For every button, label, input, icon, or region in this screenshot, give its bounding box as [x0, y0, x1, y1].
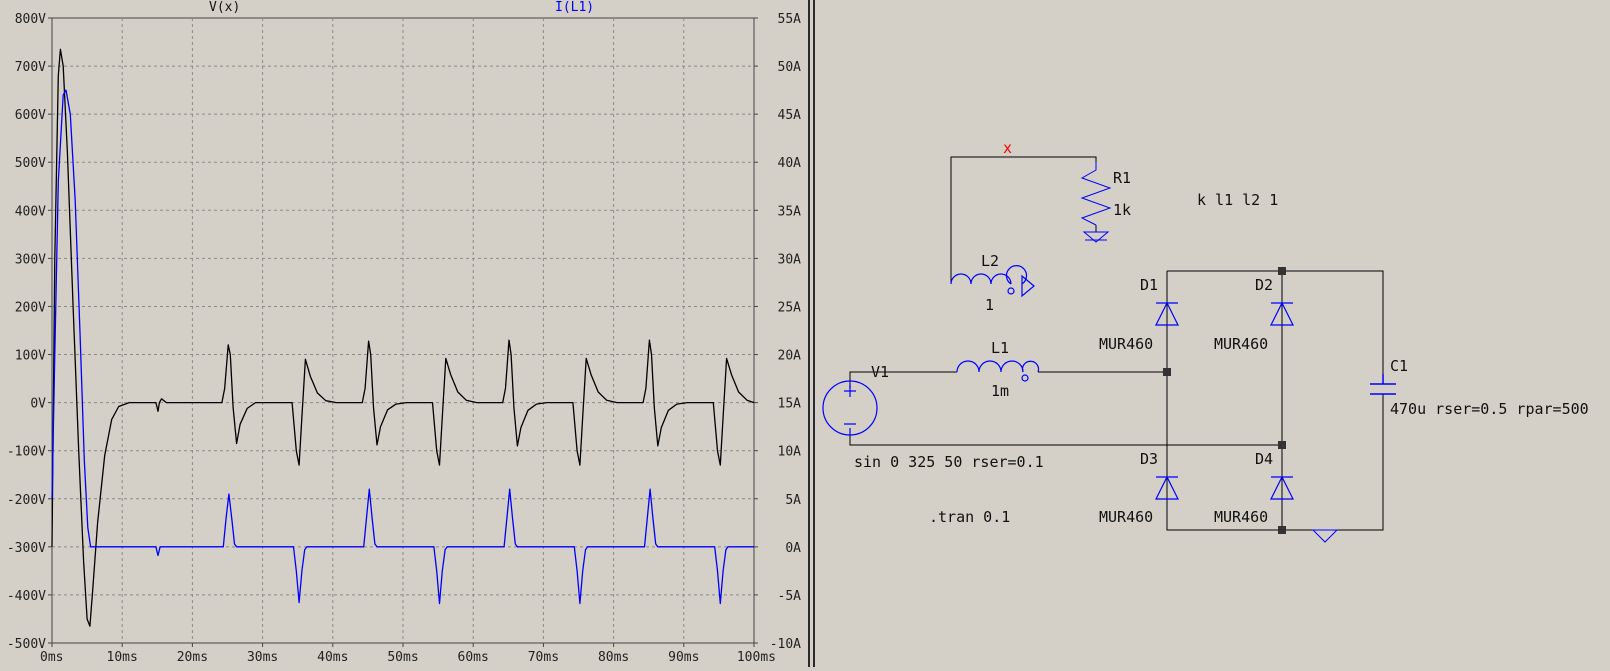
y-left-tick-label: 400V [15, 204, 46, 219]
d2-model[interactable]: MUR460 [1214, 336, 1268, 352]
l1-value[interactable]: 1m [991, 383, 1009, 399]
l1-name[interactable]: L1 [991, 340, 1009, 356]
y-left-tick-label: 100V [15, 349, 46, 364]
x-tick-label: 50ms [387, 650, 418, 665]
waveform-plot[interactable]: 0ms 10ms 20ms 30ms 40ms 50ms 60ms 70ms 80ms 90ms 1… [0, 0, 808, 667]
y-right-tick-label: 45A [778, 108, 802, 123]
y-right-tick-label: 35A [778, 204, 802, 219]
d1-model[interactable]: MUR460 [1099, 336, 1153, 352]
inductor-l1[interactable] [956, 360, 1040, 382]
l2-name[interactable]: L2 [981, 253, 999, 269]
y-right-tick-label: 0A [785, 541, 801, 556]
axis-ticks: 0ms 10ms 20ms 30ms 40ms 50ms 60ms 70ms 80ms 90ms 1… [7, 12, 801, 665]
r1-value[interactable]: 1k [1113, 202, 1131, 218]
y-right-tick-label: 20A [778, 349, 802, 364]
y-right-tick-label: 40A [778, 156, 802, 171]
y-left-tick-label: 700V [15, 60, 46, 75]
coupling-directive[interactable]: k l1 l2 1 [1197, 192, 1278, 208]
pane-splitter[interactable] [808, 0, 815, 667]
x-tick-label: 70ms [528, 650, 559, 665]
voltage-source-v1[interactable] [822, 380, 878, 436]
v1-name[interactable]: V1 [871, 364, 889, 380]
c1-value[interactable]: 470u rser=0.5 rpar=500 [1390, 401, 1589, 417]
plot-grid [52, 18, 754, 643]
x-tick-label: 30ms [247, 650, 278, 665]
y-left-tick-label: 800V [15, 12, 46, 27]
r1-name[interactable]: R1 [1113, 170, 1131, 186]
y-right-tick-label: 55A [778, 12, 802, 27]
l2-value[interactable]: 1 [985, 297, 994, 313]
d4-model[interactable]: MUR460 [1214, 509, 1268, 525]
y-right-tick-label: -10A [770, 637, 801, 652]
net-label-x[interactable]: x [1003, 140, 1012, 156]
y-right-tick-label: -5A [778, 589, 802, 604]
y-left-tick-label: 300V [15, 252, 46, 267]
x-tick-label: 60ms [458, 650, 489, 665]
x-tick-label: 100ms [737, 650, 776, 665]
x-tick-label: 0ms [40, 650, 63, 665]
tran-directive[interactable]: .tran 0.1 [929, 509, 1010, 525]
d4-name[interactable]: D4 [1255, 451, 1273, 467]
y-left-tick-label: 200V [15, 300, 46, 315]
y-left-tick-label: -500V [7, 637, 46, 652]
y-left-tick-label: -100V [7, 445, 46, 460]
y-left-tick-label: -300V [7, 541, 46, 556]
c1-name[interactable]: C1 [1390, 358, 1408, 374]
y-right-tick-label: 10A [778, 445, 802, 460]
schematic-editor[interactable]: x R1 1k k l1 l2 1 L2 1 L1 1m V1 sin 0 32… [815, 0, 1610, 667]
y-left-tick-label: -200V [7, 493, 46, 508]
x-tick-label: 90ms [668, 650, 699, 665]
x-tick-label: 10ms [107, 650, 138, 665]
trace-label-il1[interactable]: I(L1) [555, 0, 594, 15]
x-tick-label: 40ms [317, 650, 348, 665]
ground-symbol [1311, 529, 1339, 543]
inductor-l2[interactable] [950, 265, 1035, 298]
d3-model[interactable]: MUR460 [1099, 509, 1153, 525]
y-right-tick-label: 5A [785, 493, 801, 508]
trace-label-vx[interactable]: V(x) [209, 0, 240, 15]
y-right-tick-label: 15A [778, 397, 802, 412]
y-left-tick-label: -400V [7, 589, 46, 604]
y-right-tick-label: 30A [778, 252, 802, 267]
d2-name[interactable]: D2 [1255, 277, 1273, 293]
y-left-tick-label: 600V [15, 108, 46, 123]
y-left-tick-label: 500V [15, 156, 46, 171]
x-tick-label: 80ms [598, 650, 629, 665]
d3-name[interactable]: D3 [1140, 451, 1158, 467]
junctions [1163, 267, 1286, 534]
y-right-tick-label: 25A [778, 300, 802, 315]
y-right-tick-label: 50A [778, 60, 802, 75]
schematic-canvas[interactable] [815, 0, 1610, 667]
x-tick-label: 20ms [177, 650, 208, 665]
y-left-tick-label: 0V [30, 397, 46, 412]
v1-value[interactable]: sin 0 325 50 rser=0.1 [854, 454, 1044, 470]
waveform-viewer[interactable]: V(x) I(L1) 0ms 10ms 20ms 30ms 40ms 50ms 60ms 70… [0, 0, 808, 667]
d1-name[interactable]: D1 [1140, 277, 1158, 293]
capacitor-c1[interactable] [1370, 374, 1396, 395]
